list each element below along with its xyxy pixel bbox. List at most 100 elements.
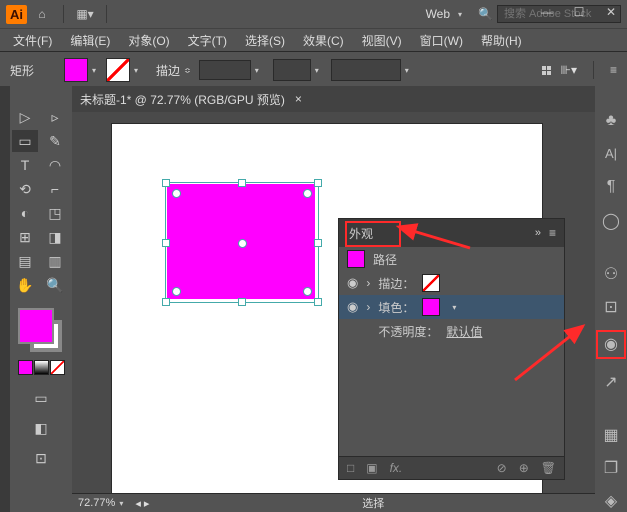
handle-mr[interactable] (314, 239, 322, 247)
anchor-center[interactable] (238, 239, 247, 248)
fill-stroke-control[interactable] (18, 308, 64, 354)
menu-window[interactable]: 窗口(W) (411, 32, 472, 49)
handle-tc[interactable] (238, 179, 246, 187)
tool-curve[interactable]: ◠ (42, 154, 68, 176)
brush-def[interactable] (331, 59, 401, 81)
drawmode-behind[interactable]: ◧ (28, 417, 54, 439)
tool-type[interactable]: T (12, 154, 38, 176)
panel-asset-icon[interactable]: ❐ (600, 457, 622, 478)
fill-color-icon[interactable] (18, 308, 54, 344)
close-button[interactable]: ✕ (595, 0, 627, 24)
menu-view[interactable]: 视图(V) (353, 32, 411, 49)
panel-transparency-icon[interactable]: ◯ (600, 210, 622, 231)
opacity-value[interactable]: 默认值 (446, 323, 482, 340)
tab-close-icon[interactable]: × (295, 92, 302, 106)
maximize-button[interactable]: ☐ (563, 0, 595, 24)
zoom-level[interactable]: 72.77% (78, 497, 115, 509)
tool-selection[interactable]: ▷ (12, 106, 38, 128)
add-fill-icon[interactable]: ▣ (366, 461, 377, 475)
tool-free-transform[interactable]: ◳ (42, 202, 68, 224)
handle-tl[interactable] (162, 179, 170, 187)
anchor-tl[interactable] (172, 189, 181, 198)
appearance-fill-row[interactable]: ◉ › 填色： ▾ (339, 295, 564, 319)
zoom-dd-icon[interactable]: ▾ (115, 499, 127, 508)
minimize-button[interactable]: — (531, 0, 563, 24)
align-grid-icon[interactable] (542, 66, 551, 75)
tool-zoom[interactable]: 🔍 (42, 274, 68, 296)
color-mode-none[interactable] (50, 360, 65, 375)
add-stroke-icon[interactable]: □ (347, 461, 354, 475)
tool-brush[interactable]: ✎ (42, 130, 68, 152)
panel-links-icon[interactable]: ⚇ (600, 263, 622, 284)
workspace-dropdown-icon[interactable]: ▾ (454, 10, 466, 19)
panel-transform-icon[interactable]: ⊡ (600, 296, 622, 317)
fill-swatch[interactable] (64, 58, 88, 82)
search-icon[interactable]: 🔍 (478, 7, 493, 21)
panel-export-icon[interactable]: ↗ (600, 371, 622, 392)
menu-edit[interactable]: 编辑(E) (61, 32, 119, 49)
anchor-tr[interactable] (303, 189, 312, 198)
menu-effect[interactable]: 效果(C) (294, 32, 353, 49)
color-mode-solid[interactable] (18, 360, 33, 375)
tool-tl[interactable]: ⊞ (12, 226, 38, 248)
artboard-nav[interactable]: ◂ ▸ (135, 497, 149, 510)
tool-artboard[interactable]: ▤ (12, 250, 38, 272)
panel-artboards-icon[interactable]: ▦ (600, 424, 622, 445)
selection-bounds (165, 182, 319, 303)
tool-shape-builder[interactable]: ⌐ (42, 178, 68, 200)
arrange-icon[interactable]: ⊪▾ (561, 63, 577, 77)
trash-icon[interactable]: 🗑 (541, 461, 556, 475)
stroke-row-swatch[interactable] (422, 274, 440, 292)
panel-swatches-icon[interactable]: ♣ (600, 110, 622, 131)
panel-collapse-icon[interactable]: » (535, 227, 541, 239)
menu-select[interactable]: 选择(S) (236, 32, 294, 49)
drawmode-normal[interactable]: ▭ (28, 387, 54, 409)
stroke-dropdown-icon[interactable]: ▾ (130, 66, 142, 75)
appearance-stroke-row[interactable]: ◉ › 描边： (339, 271, 564, 295)
tool-direct-select[interactable]: ▹ (42, 106, 68, 128)
tool-tr[interactable]: ◨ (42, 226, 68, 248)
screen-mode[interactable]: ⊡ (28, 447, 54, 469)
panel-paragraph-icon[interactable]: ¶ (600, 177, 622, 198)
handle-tr[interactable] (314, 179, 322, 187)
fill-dropdown-icon[interactable]: ▾ (88, 66, 100, 75)
menu-file[interactable]: 文件(F) (4, 32, 61, 49)
stroke-swatch[interactable] (106, 58, 130, 82)
panel-menu-icon[interactable]: ≡ (549, 226, 556, 240)
arrange-docs-icon[interactable]: ▦▾ (73, 4, 97, 24)
stroke-weight-input[interactable] (199, 60, 251, 80)
duplicate-icon[interactable]: ⊕ (519, 461, 529, 475)
handle-bc[interactable] (238, 298, 246, 306)
panel-appearance-icon[interactable]: ◉ (596, 330, 626, 359)
vstroke-profile[interactable] (273, 59, 311, 81)
fill-row-dd-icon[interactable]: ▾ (448, 303, 460, 312)
handle-br[interactable] (314, 298, 322, 306)
anchor-br[interactable] (303, 287, 312, 296)
tool-gradient[interactable]: ◐ (12, 202, 38, 224)
tool-rectangle[interactable]: ▭ (12, 130, 38, 152)
fill-row-swatch[interactable] (422, 298, 440, 316)
tool-slice[interactable]: ▥ (42, 250, 68, 272)
document-tab[interactable]: 未标题-1* @ 72.77% (RGB/GPU 预览) × (72, 86, 595, 112)
anchor-bl[interactable] (172, 287, 181, 296)
add-fx-icon[interactable]: fx. (390, 461, 403, 475)
list-icon[interactable]: ≡ (610, 63, 617, 77)
stroke-weight-dd[interactable]: ≎ (180, 66, 195, 75)
panel-layers-icon[interactable]: ◈ (600, 491, 622, 512)
tool-rotate[interactable]: ⟲ (12, 178, 38, 200)
expand-fill-icon[interactable]: › (366, 300, 370, 314)
menu-type[interactable]: 文字(T) (179, 32, 236, 49)
visibility-fill-icon[interactable]: ◉ (347, 299, 358, 315)
expand-stroke-icon[interactable]: › (366, 276, 370, 290)
visibility-stroke-icon[interactable]: ◉ (347, 275, 358, 291)
tool-hand[interactable]: ✋ (12, 274, 38, 296)
menu-object[interactable]: 对象(O) (119, 32, 178, 49)
clear-appearance-icon[interactable]: ⊘ (497, 461, 507, 475)
handle-ml[interactable] (162, 239, 170, 247)
home-icon[interactable]: ⌂ (30, 4, 54, 24)
color-mode-gradient[interactable] (34, 360, 49, 375)
menu-help[interactable]: 帮助(H) (472, 32, 531, 49)
panel-character-icon[interactable]: A| (600, 143, 622, 164)
handle-bl[interactable] (162, 298, 170, 306)
workspace-label[interactable]: Web (426, 7, 450, 21)
